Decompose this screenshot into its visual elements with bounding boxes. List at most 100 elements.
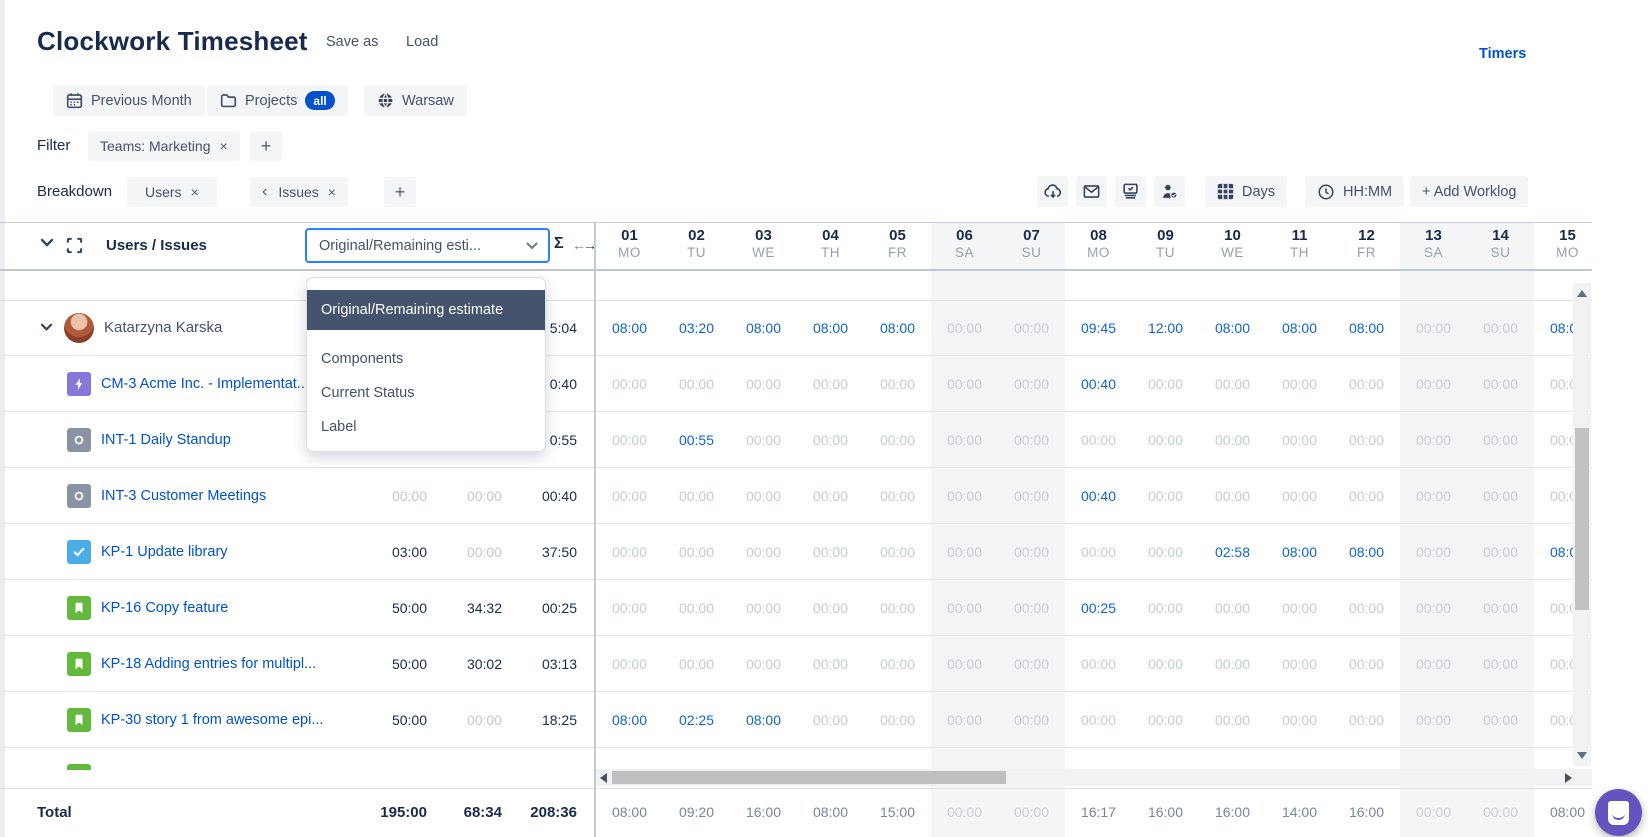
- worklog-cell-empty[interactable]: 00:00: [998, 468, 1065, 524]
- remove-issues-breakdown-icon[interactable]: ×: [328, 184, 336, 200]
- worklog-cell-empty[interactable]: 00:00: [931, 468, 998, 524]
- worklog-cell-empty[interactable]: 00:00: [998, 412, 1065, 468]
- worklog-cell-empty[interactable]: 00:00: [1199, 468, 1266, 524]
- worklog-cell-empty[interactable]: 00:00: [663, 524, 730, 580]
- worklog-cell-empty[interactable]: 00:00: [1400, 636, 1467, 692]
- breakdown-chip-users[interactable]: Users ×: [127, 177, 217, 207]
- horizontal-scrollbar-thumb[interactable]: [612, 771, 1006, 784]
- worklog-cell-empty[interactable]: 00:00: [1266, 692, 1333, 748]
- worklog-cell[interactable]: 02:25: [663, 692, 730, 748]
- worklog-cell-empty[interactable]: 00:00: [663, 636, 730, 692]
- worklog-cell-empty[interactable]: 00:00: [730, 636, 797, 692]
- issue-link[interactable]: KP-16 Copy feature: [101, 600, 365, 616]
- worklog-cell-empty[interactable]: 00:00: [1333, 692, 1400, 748]
- period-button[interactable]: Previous Month: [53, 85, 205, 116]
- worklog-cell-empty[interactable]: 00:00: [931, 356, 998, 412]
- worklog-cell-empty[interactable]: 00:00: [1400, 692, 1467, 748]
- time-format-button[interactable]: HH:MM: [1305, 176, 1404, 207]
- worklog-cell-empty[interactable]: 00:00: [1132, 412, 1199, 468]
- worklog-cell-empty[interactable]: 00:00: [1266, 412, 1333, 468]
- issue-link[interactable]: KP-30 story 1 from awesome epi...: [101, 712, 365, 728]
- worklog-cell-empty[interactable]: 00:00: [931, 300, 998, 356]
- menu-option-components[interactable]: Components: [307, 342, 545, 376]
- worklog-cell[interactable]: 00:40: [1065, 356, 1132, 412]
- worklog-cell-empty[interactable]: 00:00: [1199, 580, 1266, 636]
- worklog-cell-empty[interactable]: 00:00: [797, 636, 864, 692]
- worklog-cell-empty[interactable]: 00:00: [1400, 300, 1467, 356]
- worklog-cell[interactable]: 08:00: [596, 692, 663, 748]
- worklog-cell-empty[interactable]: 00:00: [1333, 412, 1400, 468]
- worklog-cell-empty[interactable]: 00:00: [998, 524, 1065, 580]
- scroll-up-icon[interactable]: [1577, 290, 1587, 297]
- worklog-cell-empty[interactable]: 00:00: [1333, 468, 1400, 524]
- worklog-cell-empty[interactable]: 00:00: [864, 692, 931, 748]
- report-button[interactable]: [1115, 176, 1146, 207]
- worklog-cell-empty[interactable]: 00:00: [596, 356, 663, 412]
- worklog-cell-empty[interactable]: 00:00: [1333, 580, 1400, 636]
- worklog-cell-empty[interactable]: 00:00: [864, 636, 931, 692]
- worklog-cell[interactable]: 00:55: [663, 412, 730, 468]
- resize-columns-handle[interactable]: ←→: [572, 237, 594, 253]
- worklog-cell-empty[interactable]: 00:00: [1467, 412, 1534, 468]
- worklog-cell-empty[interactable]: 00:00: [797, 356, 864, 412]
- worklog-cell-empty[interactable]: 00:00: [1132, 580, 1199, 636]
- issue-link[interactable]: KP-18 Adding entries for multipl...: [101, 656, 365, 672]
- worklog-cell-empty[interactable]: 00:00: [596, 468, 663, 524]
- expand-icon[interactable]: [66, 237, 83, 254]
- worklog-cell-empty[interactable]: 00:00: [1266, 580, 1333, 636]
- worklog-cell-empty[interactable]: 00:00: [931, 692, 998, 748]
- worklog-cell-empty[interactable]: 00:00: [1132, 468, 1199, 524]
- worklog-cell-empty[interactable]: 00:00: [998, 636, 1065, 692]
- worklog-cell-empty[interactable]: 00:00: [663, 468, 730, 524]
- worklog-cell-empty[interactable]: 00:00: [596, 580, 663, 636]
- worklog-cell[interactable]: 08:00: [596, 300, 663, 356]
- worklog-cell-empty[interactable]: 00:00: [998, 580, 1065, 636]
- worklog-cell-empty[interactable]: 00:00: [1467, 300, 1534, 356]
- issue-link[interactable]: INT-3 Customer Meetings: [101, 488, 365, 504]
- scroll-left-icon[interactable]: [600, 773, 607, 783]
- worklog-cell[interactable]: 03:20: [663, 300, 730, 356]
- worklog-cell[interactable]: 08:00: [1266, 524, 1333, 580]
- save-as-link[interactable]: Save as: [326, 34, 378, 50]
- remove-filter-icon[interactable]: ×: [219, 138, 227, 154]
- worklog-cell[interactable]: 12:00: [1132, 300, 1199, 356]
- sum-toggle[interactable]: Σ: [554, 235, 564, 253]
- worklog-cell[interactable]: 08:00: [730, 692, 797, 748]
- worklog-cell-empty[interactable]: 00:00: [1467, 468, 1534, 524]
- worklog-cell-empty[interactable]: 00:00: [931, 636, 998, 692]
- worklog-cell-empty[interactable]: 00:00: [1132, 356, 1199, 412]
- worklog-cell[interactable]: 09:45: [1065, 300, 1132, 356]
- worklog-cell-empty[interactable]: 00:00: [730, 412, 797, 468]
- worklog-cell-empty[interactable]: 00:00: [1065, 636, 1132, 692]
- worklog-cell-empty[interactable]: 00:00: [663, 580, 730, 636]
- worklog-cell-empty[interactable]: 00:00: [1333, 636, 1400, 692]
- worklog-cell-empty[interactable]: 00:00: [797, 580, 864, 636]
- worklog-cell-empty[interactable]: 00:00: [1132, 692, 1199, 748]
- worklog-cell[interactable]: 08:00: [797, 300, 864, 356]
- worklog-cell-empty[interactable]: 00:00: [730, 468, 797, 524]
- projects-button[interactable]: Projects all: [207, 85, 348, 116]
- worklog-cell-empty[interactable]: 00:00: [596, 636, 663, 692]
- worklog-cell-empty[interactable]: 00:00: [998, 692, 1065, 748]
- worklog-cell[interactable]: 00:40: [1065, 468, 1132, 524]
- worklog-cell-empty[interactable]: 00:00: [864, 524, 931, 580]
- worklog-cell-empty[interactable]: 00:00: [1266, 356, 1333, 412]
- worklog-cell[interactable]: 00:25: [1065, 580, 1132, 636]
- worklog-cell-empty[interactable]: 00:00: [1467, 580, 1534, 636]
- worklog-cell-empty[interactable]: 00:00: [797, 468, 864, 524]
- worklog-cell[interactable]: 08:00: [864, 300, 931, 356]
- worklog-cell-empty[interactable]: 00:00: [1199, 692, 1266, 748]
- worklog-cell-empty[interactable]: 00:00: [931, 580, 998, 636]
- worklog-cell-empty[interactable]: 00:00: [1400, 356, 1467, 412]
- vertical-scrollbar-thumb[interactable]: [1575, 428, 1589, 610]
- estimate-field-select[interactable]: Original/Remaining esti...: [305, 228, 550, 263]
- add-filter-button[interactable]: +: [250, 131, 282, 161]
- worklog-cell-empty[interactable]: 00:00: [1400, 468, 1467, 524]
- worklog-cell-empty[interactable]: 00:00: [1199, 636, 1266, 692]
- worklog-cell-empty[interactable]: 00:00: [1266, 636, 1333, 692]
- worklog-cell-empty[interactable]: 00:00: [1132, 636, 1199, 692]
- worklog-cell-empty[interactable]: 00:00: [864, 580, 931, 636]
- worklog-cell-empty[interactable]: 00:00: [1065, 412, 1132, 468]
- worklog-cell[interactable]: 08:00: [1333, 524, 1400, 580]
- remove-users-breakdown-icon[interactable]: ×: [191, 184, 199, 200]
